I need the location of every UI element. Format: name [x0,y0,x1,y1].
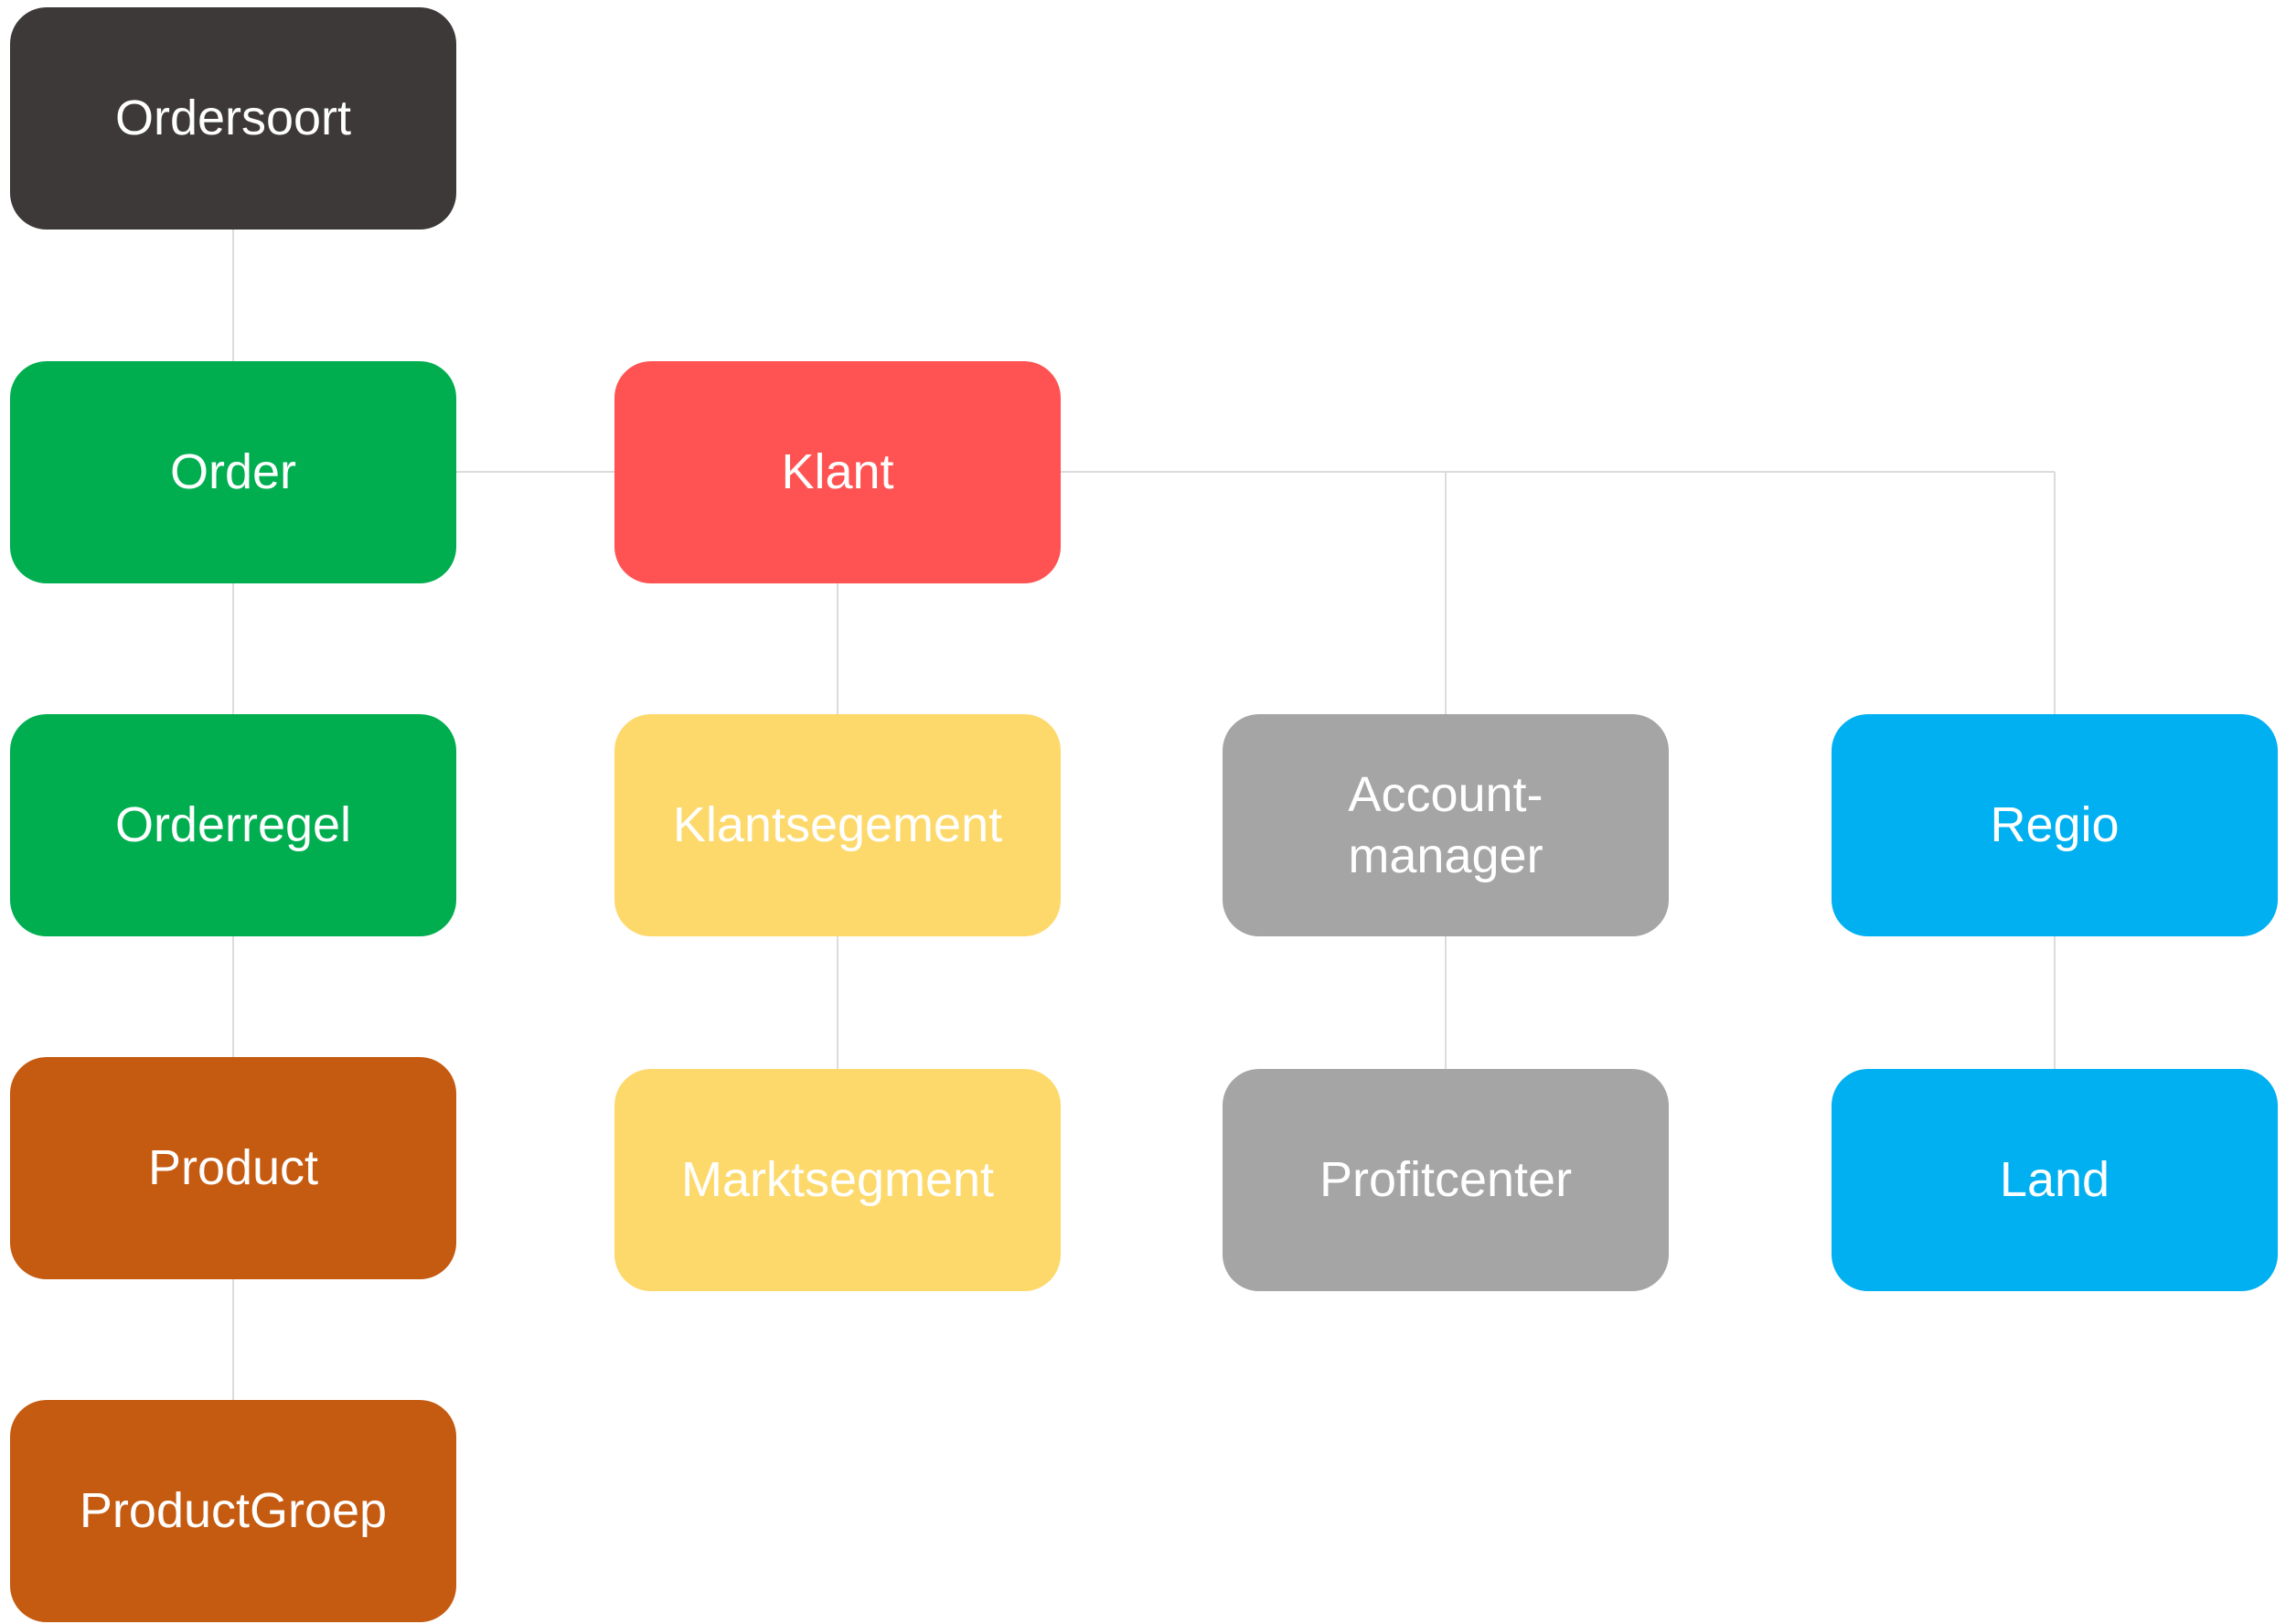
node-profitcenter[interactable]: Profitcenter [1223,1069,1669,1291]
node-label: Marktsegment [680,1152,995,1207]
node-label: Regio [1990,797,2120,852]
node-accountmanager[interactable]: Account- manager [1223,714,1669,936]
node-order[interactable]: Order [10,361,456,583]
node-klantsegement[interactable]: Klantsegement [614,714,1061,936]
node-product[interactable]: Product [10,1057,456,1279]
node-label-line-1: Account- [1348,766,1544,822]
node-label: Klantsegement [672,797,1003,852]
node-orderregel[interactable]: Orderregel [10,714,456,936]
node-label: Order [169,444,297,499]
node-regio[interactable]: Regio [1832,714,2278,936]
node-klant[interactable]: Klant [614,361,1061,583]
node-marktsegment[interactable]: Marktsegment [614,1069,1061,1291]
node-label: Ordersoort [114,91,352,145]
node-productgroep[interactable]: ProductGroep [10,1400,456,1622]
node-label: Land [1999,1152,2110,1207]
diagram-canvas: Ordersoort Order Orderregel Product Prod… [0,0,2286,1624]
node-label: Klant [781,444,894,499]
node-label: ProductGroep [79,1483,388,1538]
node-land[interactable]: Land [1832,1069,2278,1291]
node-label: Profitcenter [1319,1152,1573,1207]
node-label-line-2: manager [1348,828,1544,883]
node-label: Orderregel [114,797,352,852]
node-label: Product [147,1140,319,1195]
node-label: Account- manager [1348,764,1543,887]
node-ordersoort[interactable]: Ordersoort [10,7,456,230]
